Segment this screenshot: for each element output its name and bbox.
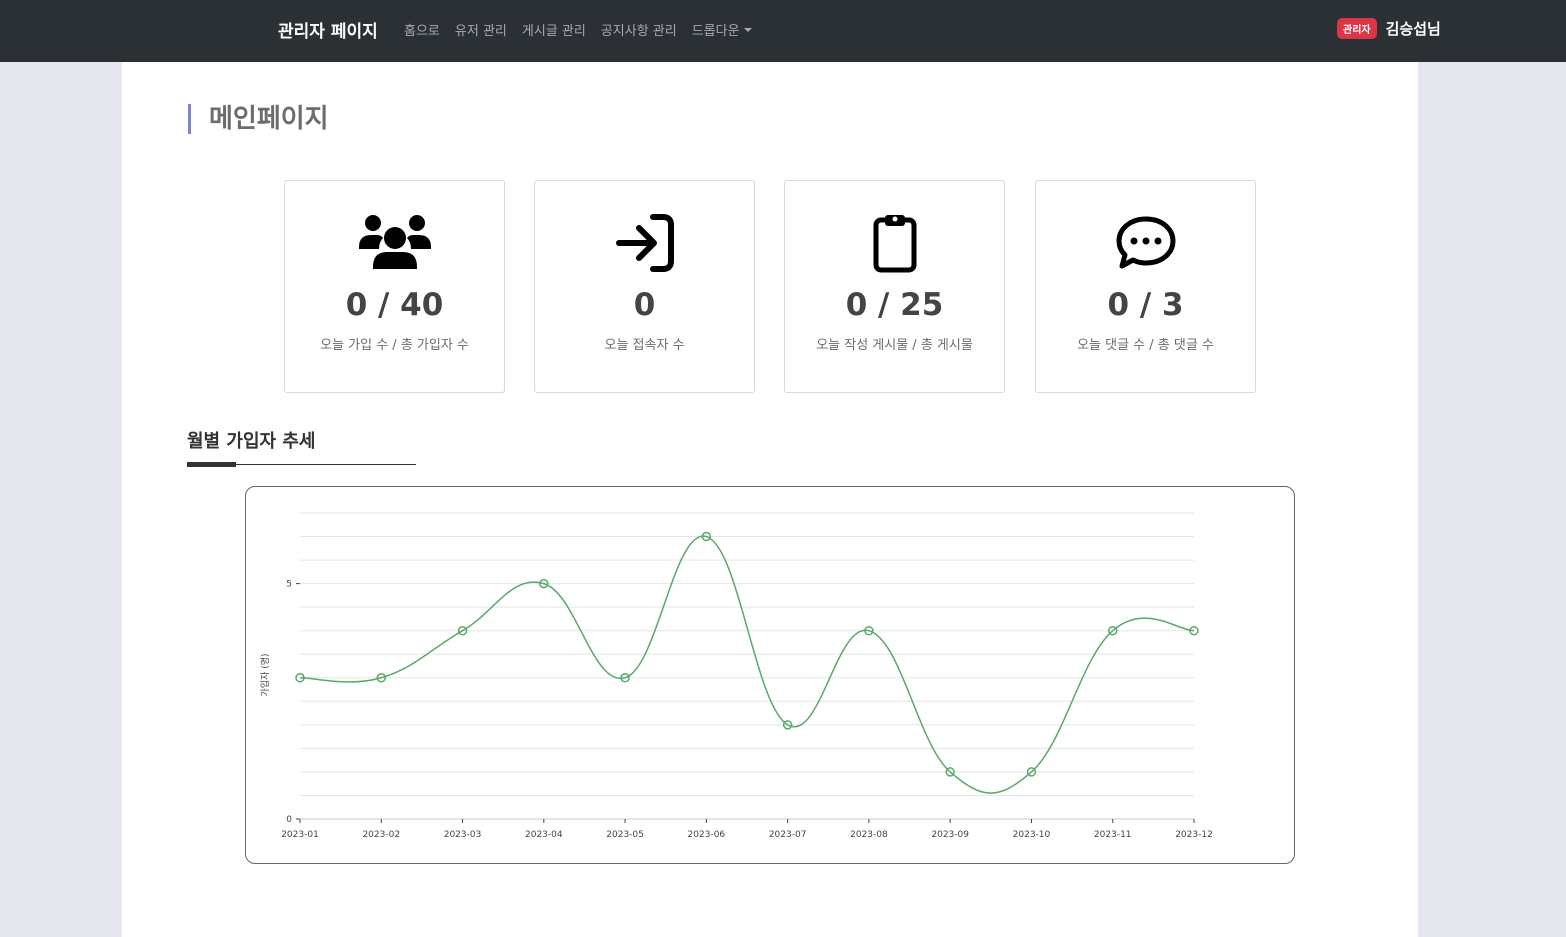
stat-card-signups: 0 / 40 오늘 가입 수 / 총 가입자 수 [284,180,505,393]
main-content: 메인페이지 0 / 40 오늘 가입 수 / 총 가입자 수 0 오늘 접속자 … [122,62,1418,937]
y-axis-label: 가입자 (명) [259,653,271,696]
x-tick-label: 2023-05 [606,830,644,840]
nav-link-home[interactable]: 홈으로 [404,20,440,39]
chart-svg: 0 5 2023-01 2023-02 2023-03 2023-04 2023-05 202… [259,512,1213,840]
nav-link-posts[interactable]: 게시글 관리 [522,20,586,39]
y-tick-label: 0 [286,815,292,825]
section-divider-accent [187,462,236,467]
page-title: 메인페이지 [188,104,329,134]
stat-card-visitors: 0 오늘 접속자 수 [534,180,755,393]
stat-card-comments: 0 / 3 오늘 댓글 수 / 총 댓글 수 [1035,180,1256,393]
caret-down-icon [743,27,752,32]
y-tick-label: 5 [286,580,292,590]
stat-value: 0 / 25 [845,287,944,323]
x-tick-label: 2023-01 [281,830,319,840]
nav-links: 홈으로 유저 관리 게시글 관리 공지사항 관리 드롭다운 [404,20,767,39]
nav-link-users[interactable]: 유저 관리 [455,20,507,39]
sign-in-icon [535,211,754,275]
x-tick-label: 2023-08 [850,830,888,840]
comment-dots-icon [1036,211,1255,275]
x-tick-label: 2023-06 [688,830,726,840]
series-line [299,535,1195,794]
nav-link-notices[interactable]: 공지사항 관리 [601,20,677,39]
nav-dropdown[interactable]: 드롭다운 [692,20,752,39]
section-title: 월별 가입자 추세 [187,431,316,452]
user-name[interactable]: 김승섭님 [1386,18,1441,39]
stat-label: 오늘 접속자 수 [604,338,685,353]
signup-trend-chart: 0 5 2023-01 2023-02 2023-03 2023-04 2023-05 202… [245,486,1295,864]
brand-title[interactable]: 관리자 페이지 [278,17,378,42]
user-area: 관리자 김승섭님 [1337,18,1441,39]
stat-label: 오늘 가입 수 / 총 가입자 수 [320,338,469,353]
x-tick-label: 2023-09 [931,830,969,840]
x-tick-label: 2023-02 [362,830,400,840]
top-navbar: 관리자 페이지 홈으로 유저 관리 게시글 관리 공지사항 관리 드롭다운 관리… [0,0,1566,62]
x-tick-label: 2023-10 [1013,830,1051,840]
stat-label: 오늘 작성 게시물 / 총 게시물 [816,338,973,353]
stat-value: 0 / 3 [1107,287,1184,323]
clipboard-icon [785,211,1004,275]
nav-dropdown-label: 드롭다운 [691,24,740,39]
stat-card-posts: 0 / 25 오늘 작성 게시물 / 총 게시물 [784,180,1005,393]
stat-value: 0 [633,287,656,323]
admin-badge: 관리자 [1337,18,1377,39]
users-icon [285,211,504,275]
stat-value: 0 / 40 [345,287,444,323]
x-tick-label: 2023-12 [1175,830,1213,840]
x-tick-label: 2023-07 [769,830,807,840]
x-tick-label: 2023-04 [525,830,563,840]
x-tick-label: 2023-11 [1094,830,1132,840]
stat-label: 오늘 댓글 수 / 총 댓글 수 [1077,338,1214,353]
x-tick-label: 2023-03 [444,830,482,840]
